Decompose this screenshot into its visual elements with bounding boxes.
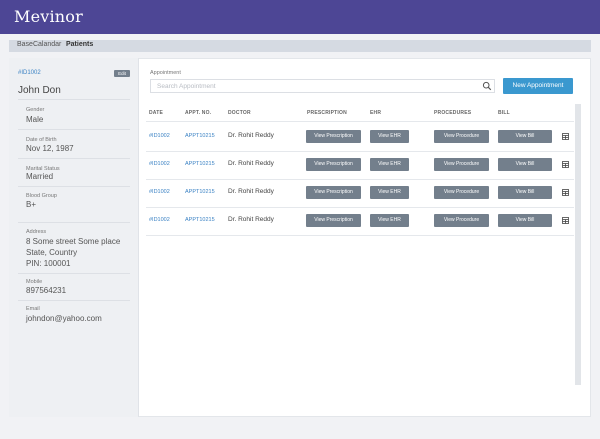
divider (18, 99, 130, 100)
column-header-doctor: DOCTOR (228, 110, 251, 116)
table-row: #ID1002 APPT10215 Dr. Rohit Reddy View P… (146, 123, 574, 151)
marital-status-value: Married (26, 172, 54, 181)
appointment-number-link[interactable]: APPT10215 (185, 133, 215, 139)
doctor-name: Dr. Rohit Reddy (228, 216, 274, 223)
divider (18, 222, 130, 223)
table-icon[interactable] (562, 133, 569, 140)
breadcrumb-calendar[interactable]: BaseCalandar (17, 41, 61, 48)
view-procedure-button[interactable]: View Procedure (434, 186, 489, 199)
view-prescription-button[interactable]: View Prescription (306, 214, 361, 227)
brand-logo[interactable]: Mevinor (14, 7, 83, 26)
appointment-date-link[interactable]: #ID1002 (149, 189, 170, 195)
table-icon[interactable] (562, 189, 569, 196)
dob-label: Date of Birth (26, 137, 57, 143)
column-header-appt-no: APPT. NO. (185, 110, 212, 116)
table-row: #ID1002 APPT10215 Dr. Rohit Reddy View P… (146, 207, 574, 235)
appointment-number-link[interactable]: APPT10215 (185, 217, 215, 223)
view-bill-button[interactable]: View Bill (498, 214, 552, 227)
gender-label: Gender (26, 107, 45, 113)
view-procedure-button[interactable]: View Procedure (434, 158, 489, 171)
view-procedure-button[interactable]: View Procedure (434, 214, 489, 227)
table-row: #ID1002 APPT10215 Dr. Rohit Reddy View P… (146, 179, 574, 207)
patient-name: John Don (18, 85, 61, 96)
blood-group-value: B+ (26, 200, 37, 209)
blood-group-label: Blood Group (26, 193, 57, 199)
edit-button[interactable]: Edit (114, 70, 130, 77)
view-bill-button[interactable]: View Bill (498, 186, 552, 199)
dob-value: Nov 12, 1987 (26, 144, 74, 153)
divider (146, 235, 574, 236)
doctor-name: Dr. Rohit Reddy (228, 132, 274, 139)
table-row: #ID1002 APPT10215 Dr. Rohit Reddy View P… (146, 151, 574, 179)
address-line-1: 8 Some street Some place (26, 237, 121, 246)
column-header-date: DATE (149, 110, 164, 116)
email-label: Email (26, 306, 40, 312)
table-icon[interactable] (562, 217, 569, 224)
address-line-2: State, Country (26, 248, 78, 257)
search-icon[interactable] (482, 81, 492, 91)
view-prescription-button[interactable]: View Prescription (306, 130, 361, 143)
appointment-date-link[interactable]: #ID1002 (149, 133, 170, 139)
search-input[interactable] (150, 79, 495, 93)
column-header-procedures: PROCEDURES (434, 110, 472, 116)
email-value: johndon@yahoo.com (26, 314, 102, 323)
view-ehr-button[interactable]: View EHR (370, 186, 409, 199)
divider (18, 158, 130, 159)
appointment-date-link[interactable]: #ID1002 (149, 217, 170, 223)
mobile-value: 897564231 (26, 286, 67, 295)
scrollbar[interactable] (575, 104, 581, 385)
view-bill-button[interactable]: View Bill (498, 158, 552, 171)
view-ehr-button[interactable]: View EHR (370, 214, 409, 227)
appointment-date-link[interactable]: #ID1002 (149, 161, 170, 167)
top-bar: Mevinor (0, 0, 600, 34)
divider (18, 300, 130, 301)
view-prescription-button[interactable]: View Prescription (306, 158, 361, 171)
address-line-3: PIN: 100001 (26, 259, 71, 268)
breadcrumb-patients[interactable]: Patients (66, 41, 93, 48)
breadcrumb: BaseCalandar Patients (9, 40, 591, 52)
view-prescription-button[interactable]: View Prescription (306, 186, 361, 199)
column-header-prescription: PRESCRIPTION (307, 110, 347, 116)
doctor-name: Dr. Rohit Reddy (228, 160, 274, 167)
appointment-label: Appointment (150, 70, 181, 76)
view-ehr-button[interactable]: View EHR (370, 158, 409, 171)
appointment-number-link[interactable]: APPT10215 (185, 161, 215, 167)
appointment-number-link[interactable]: APPT10215 (185, 189, 215, 195)
divider (18, 129, 130, 130)
table-icon[interactable] (562, 161, 569, 168)
view-procedure-button[interactable]: View Procedure (434, 130, 489, 143)
patient-id-link[interactable]: #ID1002 (18, 70, 41, 76)
divider (146, 121, 574, 122)
column-header-bill: BILL (498, 110, 510, 116)
divider (18, 273, 130, 274)
new-appointment-button[interactable]: New Appointment (503, 78, 573, 94)
address-label: Address (26, 229, 47, 235)
doctor-name: Dr. Rohit Reddy (228, 188, 274, 195)
mobile-label: Mobile (26, 279, 43, 285)
view-ehr-button[interactable]: View EHR (370, 130, 409, 143)
gender-value: Male (26, 115, 44, 124)
view-bill-button[interactable]: View Bill (498, 130, 552, 143)
divider (18, 186, 130, 187)
column-header-ehr: EHR (370, 110, 382, 116)
